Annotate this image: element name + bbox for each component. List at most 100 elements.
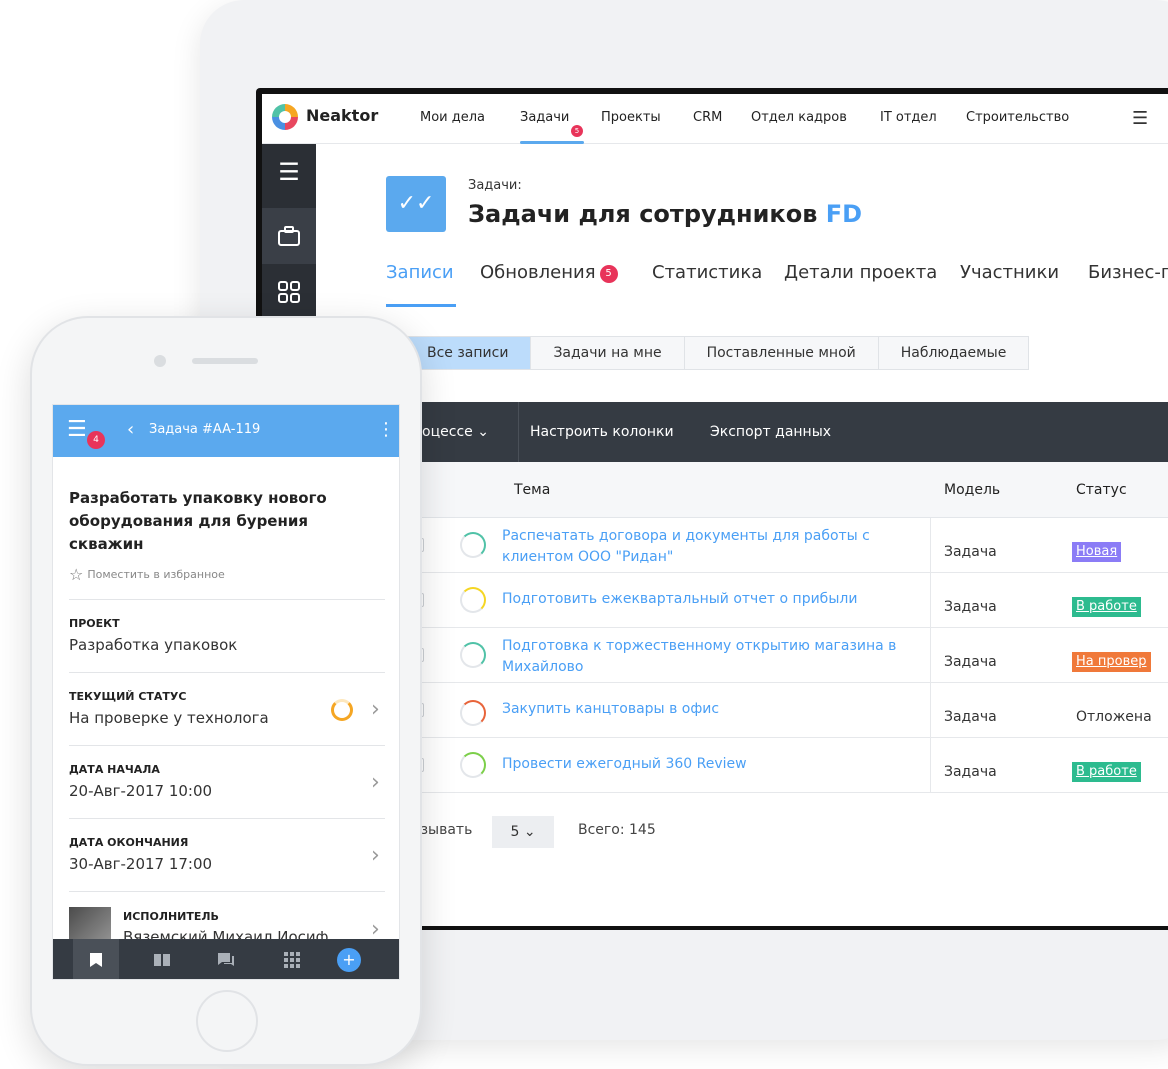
column-divider [930,518,931,573]
tab-business[interactable]: Бизнес-п [1088,262,1168,283]
nav-projects[interactable]: Проекты [601,110,661,125]
tab-project-details[interactable]: Детали проекта [784,262,937,283]
add-icon[interactable]: + [337,948,361,972]
divider [69,891,385,892]
table-row[interactable]: Закупить канцтовары в офис Задача Отложена [404,683,1168,738]
status-badge: В работе [1072,762,1141,782]
progress-ring-icon [460,587,486,613]
chevron-down-icon: ⌄ [477,424,489,440]
nav-it[interactable]: IT отдел [880,110,937,125]
status-badge: В работе [1072,597,1141,617]
field-value-start-date: 20-Авг-2017 10:00 [69,782,213,800]
row-model: Задача [944,709,997,725]
apps-icon[interactable] [269,939,315,979]
bookmark-icon[interactable] [73,939,119,979]
progress-ring-icon [460,752,486,778]
table-row[interactable]: Провести ежегодный 360 Review Задача В раб… [404,738,1168,793]
tab-participants[interactable]: Участники [960,262,1059,283]
field-value-status: На проверке у технолога [69,709,269,727]
tab-updates-label: Обновления [480,262,596,283]
phone-title: Задача #AA-119 [149,422,261,437]
add-menu-icon[interactable]: ☰ [1132,108,1148,129]
field-label-project: ПРОЕКТ [69,617,120,630]
hamburger-menu-icon[interactable]: ☰ [262,144,316,200]
row-subject-link[interactable]: Распечатать договора и документы для раб… [502,526,922,568]
status-badge: Новая [1072,542,1122,562]
column-divider [930,628,931,683]
divider [69,745,385,746]
book-icon[interactable] [139,939,185,979]
table-row[interactable]: Подготовить ежеквартальный отчет о прибы… [404,573,1168,628]
field-value-project: Разработка упаковок [69,636,238,654]
toolbar-divider [518,402,519,462]
progress-ring-icon [460,700,486,726]
chevron-right-icon[interactable]: › [371,843,380,868]
table-row[interactable]: Подготовка к торжественному открытию маг… [404,628,1168,683]
phone-home-button[interactable] [196,990,258,1052]
chat-icon[interactable] [203,939,249,979]
row-subject-link[interactable]: Закупить канцтовары в офис [502,699,922,720]
progress-ring-icon [460,532,486,558]
field-label-executor: ИСПОЛНИТЕЛЬ [123,910,219,923]
table-toolbar: процессе ⌄ Настроить колонки Экспорт дан… [404,402,1168,462]
menu-badge: 4 [87,431,105,449]
status-badge: Отложена [1076,709,1152,725]
page-title: Задачи для сотрудников FD [468,200,862,228]
page-title-suffix: FD [825,200,863,228]
filter-watched[interactable]: Наблюдаемые [877,336,1030,370]
project-check-icon: ✓✓ [386,176,446,232]
table-row[interactable]: Распечатать договора и документы для раб… [404,518,1168,573]
filter-group: Все записи Задачи на мне Поставленные мн… [404,336,1030,370]
page-title-text: Задачи для сотрудников [468,200,818,228]
task-title: Разработать упаковку нового оборудования… [69,489,327,553]
top-navigation: Neaktor Мои дела Задачи 5 Проекты CRM От… [262,94,1168,144]
column-subject[interactable]: Тема [514,482,550,498]
export-data-button[interactable]: Экспорт данных [710,424,831,440]
nav-construction[interactable]: Строительство [966,110,1069,125]
column-model[interactable]: Модель [944,482,1000,498]
phone-header: ☰ 4 ‹ Задача #AA-119 ⋮ [53,405,399,457]
column-status[interactable]: Статус [1076,482,1127,498]
nav-active-indicator [520,141,584,144]
tab-updates[interactable]: Обновления 5 [480,262,618,283]
nav-hr[interactable]: Отдел кадров [751,110,847,125]
chevron-down-icon: ⌄ [523,824,536,840]
nav-tasks-badge: 5 [571,125,583,137]
filter-all-records[interactable]: Все записи [404,336,532,370]
apps-grid-icon[interactable] [262,264,316,320]
filter-created-by-me[interactable]: Поставленные мной [683,336,879,370]
field-label-start-date: ДАТА НАЧАЛА [69,763,160,776]
project-label: Задачи: [468,178,522,193]
phone-camera [154,355,166,367]
row-model: Задача [944,764,997,780]
filter-assigned-to-me[interactable]: Задачи на мне [530,336,685,370]
row-subject-link[interactable]: Подготовка к торжественному открытию маг… [502,636,922,678]
configure-columns-button[interactable]: Настроить колонки [530,424,674,440]
row-subject-link[interactable]: Провести ежегодный 360 Review [502,754,922,775]
tab-records[interactable]: Записи [386,262,454,283]
nav-tasks[interactable]: Задачи [520,110,569,125]
row-subject-link[interactable]: Подготовить ежеквартальный отчет о прибы… [502,589,922,610]
divider [69,672,385,673]
column-divider [930,738,931,793]
total-count: Всего: 145 [578,822,656,838]
back-arrow-icon[interactable]: ‹ [127,419,134,440]
field-label-end-date: ДАТА ОКОНЧАНИЯ [69,836,189,849]
more-vertical-icon[interactable]: ⋮ [377,419,395,440]
column-divider [930,683,931,738]
favorite-button[interactable]: ☆ Поместить в избранное [69,565,225,584]
chevron-right-icon[interactable]: › [371,697,380,722]
divider [69,599,385,600]
nav-my-tasks[interactable]: Мои дела [420,110,485,125]
tab-statistics[interactable]: Статистика [652,262,762,283]
favorite-label: Поместить в избранное [87,568,225,581]
page-size-select[interactable]: 5 ⌄ [492,816,554,848]
phone-bottom-bar: + [53,939,399,979]
nav-crm[interactable]: CRM [693,110,722,125]
updates-badge: 5 [599,265,618,283]
briefcase-icon[interactable] [262,208,316,264]
chevron-right-icon[interactable]: › [371,770,380,795]
phone-screen: ☰ 4 ‹ Задача #AA-119 ⋮ Разработать упако… [52,404,400,980]
menu-icon[interactable]: ☰ [67,417,87,442]
progress-ring-icon [460,642,486,668]
